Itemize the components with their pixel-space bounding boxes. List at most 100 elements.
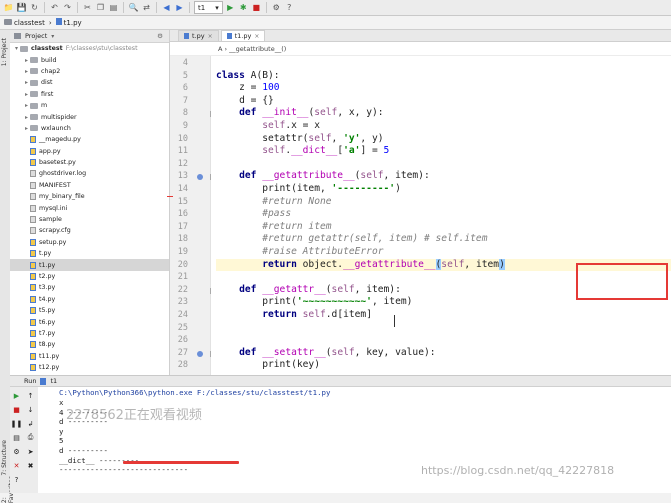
- tree-file[interactable]: t6.py: [10, 316, 169, 327]
- breadcrumb-folder[interactable]: classtest: [4, 18, 45, 27]
- editor-tab[interactable]: t1.py ×: [220, 30, 266, 41]
- code-line[interactable]: setattr(self, 'y', y): [216, 133, 671, 146]
- code-line[interactable]: [216, 322, 671, 335]
- tree-folder[interactable]: ▸ wxlaunch: [10, 123, 169, 134]
- tab-structure[interactable]: 7: Structure: [1, 440, 8, 476]
- paste-icon[interactable]: ▤: [108, 2, 119, 13]
- pin-icon[interactable]: ➤: [26, 447, 35, 456]
- tree-file[interactable]: basetest.py: [10, 157, 169, 168]
- code-line[interactable]: return self.d[item]: [216, 309, 671, 322]
- tree-file[interactable]: t12.py: [10, 362, 169, 373]
- code-line[interactable]: [216, 57, 671, 70]
- tree-file[interactable]: t5.py: [10, 305, 169, 316]
- code-line[interactable]: class A(B):: [216, 70, 671, 83]
- sync-icon[interactable]: ↻: [29, 2, 40, 13]
- undo-icon[interactable]: ↶: [49, 2, 60, 13]
- tree-folder[interactable]: ▸ chap2: [10, 66, 169, 77]
- code-line[interactable]: d = {}: [216, 95, 671, 108]
- run-config-tab[interactable]: t1: [50, 377, 57, 385]
- code-line[interactable]: [216, 334, 671, 347]
- tree-file[interactable]: t7.py: [10, 328, 169, 339]
- code-line[interactable]: def __getattribute__(self, item):: [216, 170, 671, 183]
- tree-folder[interactable]: ▸ build: [10, 54, 169, 65]
- clear-icon[interactable]: ✖: [26, 461, 35, 470]
- tab-project[interactable]: 1: Project: [1, 38, 8, 66]
- cut-icon[interactable]: ✂: [82, 2, 93, 13]
- close-icon[interactable]: ×: [254, 33, 259, 40]
- print-icon[interactable]: ⎙: [26, 433, 35, 442]
- back-icon[interactable]: ◀: [161, 2, 172, 13]
- pause-icon[interactable]: ❚❚: [11, 419, 23, 428]
- chevron-right-icon[interactable]: ▸: [23, 114, 30, 121]
- code-line[interactable]: #raise AttributeError: [216, 246, 671, 259]
- redo-icon[interactable]: ↷: [62, 2, 73, 13]
- code-line[interactable]: #return getattr(self, item) # self.item: [216, 233, 671, 246]
- tree-folder[interactable]: ▸ first: [10, 89, 169, 100]
- chevron-right-icon[interactable]: ▸: [23, 68, 30, 75]
- code-line[interactable]: print(key): [216, 359, 671, 372]
- chevron-right-icon[interactable]: ▸: [23, 57, 30, 64]
- search-icon[interactable]: 🔍: [128, 2, 139, 13]
- help-icon[interactable]: ?: [284, 2, 295, 13]
- code-line[interactable]: def __init__(self, x, y):: [216, 107, 671, 120]
- tree-file[interactable]: scrapy.cfg: [10, 225, 169, 236]
- editor-tab[interactable]: t.py ×: [178, 30, 219, 41]
- tree-file[interactable]: t.py: [10, 248, 169, 259]
- rerun-icon[interactable]: ▶: [12, 391, 21, 400]
- code-line[interactable]: #pass: [216, 208, 671, 221]
- dump-threads-icon[interactable]: ▤: [12, 433, 21, 442]
- project-panel-title[interactable]: Project: [25, 32, 47, 40]
- tree-file[interactable]: setup.py: [10, 237, 169, 248]
- tree-file[interactable]: MANIFEST: [10, 180, 169, 191]
- tree-root[interactable]: ▾ classtest F:\classes\stu\classtest: [10, 43, 169, 54]
- chevron-right-icon[interactable]: ▸: [23, 102, 30, 109]
- save-icon[interactable]: 💾: [16, 2, 27, 13]
- help-icon[interactable]: ?: [12, 475, 21, 484]
- tree-file[interactable]: t3.py: [10, 282, 169, 293]
- tree-folder[interactable]: ▸ m: [10, 100, 169, 111]
- stop-icon[interactable]: ■: [251, 2, 262, 13]
- code-line[interactable]: #return item: [216, 221, 671, 234]
- tree-file[interactable]: t11.py: [10, 351, 169, 362]
- run-console[interactable]: C:\Python\Python366\python.exe F:/classe…: [38, 387, 671, 493]
- override-marker-icon[interactable]: [197, 174, 203, 180]
- breadcrumb-file[interactable]: t1.py: [55, 18, 82, 27]
- settings-icon[interactable]: ⚙: [157, 32, 163, 40]
- code-line[interactable]: print(item, '---------'): [216, 183, 671, 196]
- chevron-down-icon[interactable]: ▾: [51, 33, 54, 40]
- code-line[interactable]: self.__dict__['a'] = 5: [216, 145, 671, 158]
- run-panel-label[interactable]: Run: [24, 377, 36, 385]
- tree-file[interactable]: mysql.ini: [10, 202, 169, 213]
- copy-icon[interactable]: ❐: [95, 2, 106, 13]
- tree-file[interactable]: t1.py: [10, 259, 169, 271]
- chevron-right-icon[interactable]: ▸: [23, 91, 30, 98]
- tree-folder[interactable]: ▸ dist: [10, 77, 169, 88]
- scroll-down-icon[interactable]: ↓: [26, 405, 35, 414]
- override-marker-icon[interactable]: [197, 351, 203, 357]
- code-editor[interactable]: class A(B): z = 100 d = {} def __init__(…: [211, 56, 671, 375]
- close-icon[interactable]: ×: [208, 33, 213, 40]
- tree-file[interactable]: t8.py: [10, 339, 169, 350]
- tree-file[interactable]: app.py: [10, 146, 169, 157]
- code-line[interactable]: [216, 158, 671, 171]
- tree-file[interactable]: __magedu.py: [10, 134, 169, 145]
- tree-file[interactable]: ghostdriver.log: [10, 168, 169, 179]
- code-line[interactable]: z = 100: [216, 82, 671, 95]
- tree-file[interactable]: t2.py: [10, 271, 169, 282]
- close-icon[interactable]: ✕: [12, 461, 21, 470]
- settings-icon[interactable]: ⚙: [271, 2, 282, 13]
- chevron-right-icon[interactable]: ▸: [23, 79, 30, 86]
- tree-file[interactable]: my_binary_file: [10, 191, 169, 202]
- chevron-down-icon[interactable]: ▾: [13, 45, 20, 52]
- stop-icon[interactable]: ■: [12, 405, 21, 414]
- settings-icon[interactable]: ⚙: [12, 447, 21, 456]
- code-line[interactable]: self.x = x: [216, 120, 671, 133]
- code-line[interactable]: #return None: [216, 196, 671, 209]
- debug-icon[interactable]: ✱: [238, 2, 249, 13]
- run-config-select[interactable]: t1 ▾: [194, 1, 223, 14]
- chevron-right-icon[interactable]: ▸: [23, 125, 30, 132]
- replace-icon[interactable]: ⇄: [141, 2, 152, 13]
- tree-folder[interactable]: ▸ multispider: [10, 111, 169, 122]
- forward-icon[interactable]: ▶: [174, 2, 185, 13]
- run-icon[interactable]: ▶: [225, 2, 236, 13]
